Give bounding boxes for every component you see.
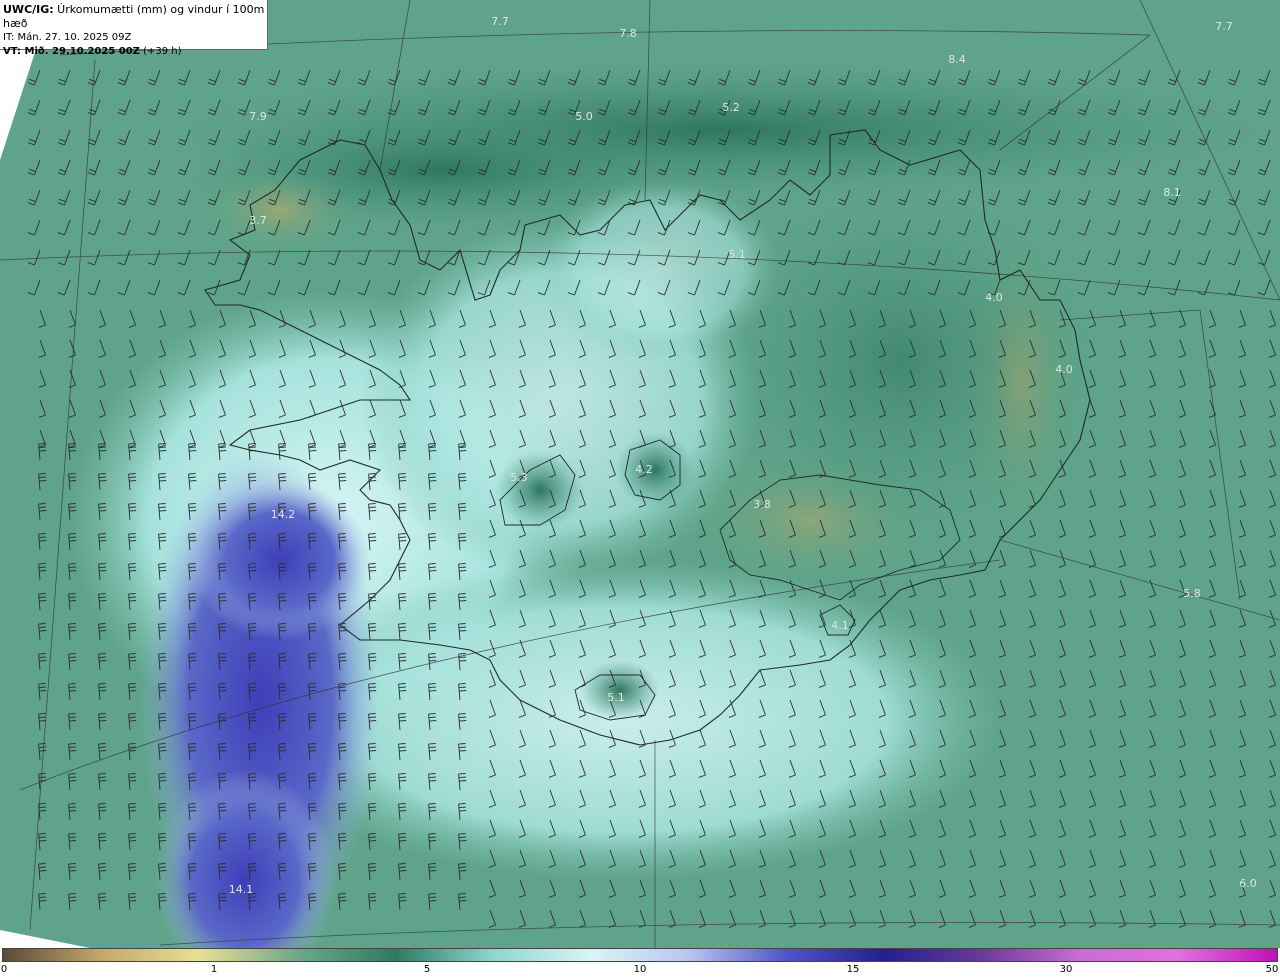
colorbar-tick-label: 15 <box>846 964 860 975</box>
colorbar: 0 1 5 10 15 30 50 <box>0 948 1280 978</box>
map-header: UWC/IG: Úrkomumætti (mm) og vindur í 100… <box>0 0 268 57</box>
map-value-label: 8.1 <box>1163 186 1181 199</box>
colorbar-strip <box>2 948 1278 962</box>
map-value-label: 8.4 <box>948 53 966 66</box>
map-value-label: 7.7 <box>1215 20 1233 33</box>
map-value-label: 5.1 <box>728 248 746 261</box>
colorbar-tick-label: 0 <box>0 964 8 975</box>
map-value-label: 5.1 <box>607 691 625 704</box>
colorbar-tick-label: 30 <box>1059 964 1073 975</box>
colorbar-tick-label: 5 <box>423 964 431 975</box>
map-title: UWC/IG: Úrkomumætti (mm) og vindur í 100… <box>3 3 265 30</box>
map-value-label: 7.8 <box>619 27 637 40</box>
map-canvas: 7.7 7.8 8.4 7.7 7.9 5.0 5.2 8.1 3.7 5.1 4.0 4.0 5.3 4… <box>0 0 1280 948</box>
map-value-label: 6.0 <box>1239 877 1257 890</box>
map-value-label: 4.0 <box>985 291 1003 304</box>
map-value-label: 3.8 <box>753 498 771 511</box>
map-value-label: 7.9 <box>249 110 267 123</box>
colorbar-tick-label: 10 <box>633 964 647 975</box>
weather-map: 7.7 7.8 8.4 7.7 7.9 5.0 5.2 8.1 3.7 5.1 4.0 4.0 5.3 4… <box>0 0 1280 948</box>
map-value-label: 14.1 <box>229 883 254 896</box>
highland-west <box>210 170 350 250</box>
map-value-label: 4.1 <box>831 619 849 632</box>
map-value-label: 5.3 <box>510 471 528 484</box>
valid-time: VT: Mið. 29.10.2025 00Z (+39 h) <box>3 46 182 57</box>
map-value-label: 5.2 <box>722 101 740 114</box>
map-value-label: 4.2 <box>635 463 653 476</box>
map-value-label: 4.0 <box>1055 363 1073 376</box>
map-value-label: 5.0 <box>575 110 593 123</box>
colorbar-tick-label: 50 <box>1265 964 1279 975</box>
map-value-label: 3.7 <box>249 214 267 227</box>
map-value-label: 5.8 <box>1183 587 1201 600</box>
map-value-label: 14.2 <box>271 508 296 521</box>
init-time: IT: Mán. 27. 10. 2025 09Z <box>3 32 132 43</box>
map-value-label: 7.7 <box>491 15 509 28</box>
colorbar-tick-label: 1 <box>210 964 218 975</box>
